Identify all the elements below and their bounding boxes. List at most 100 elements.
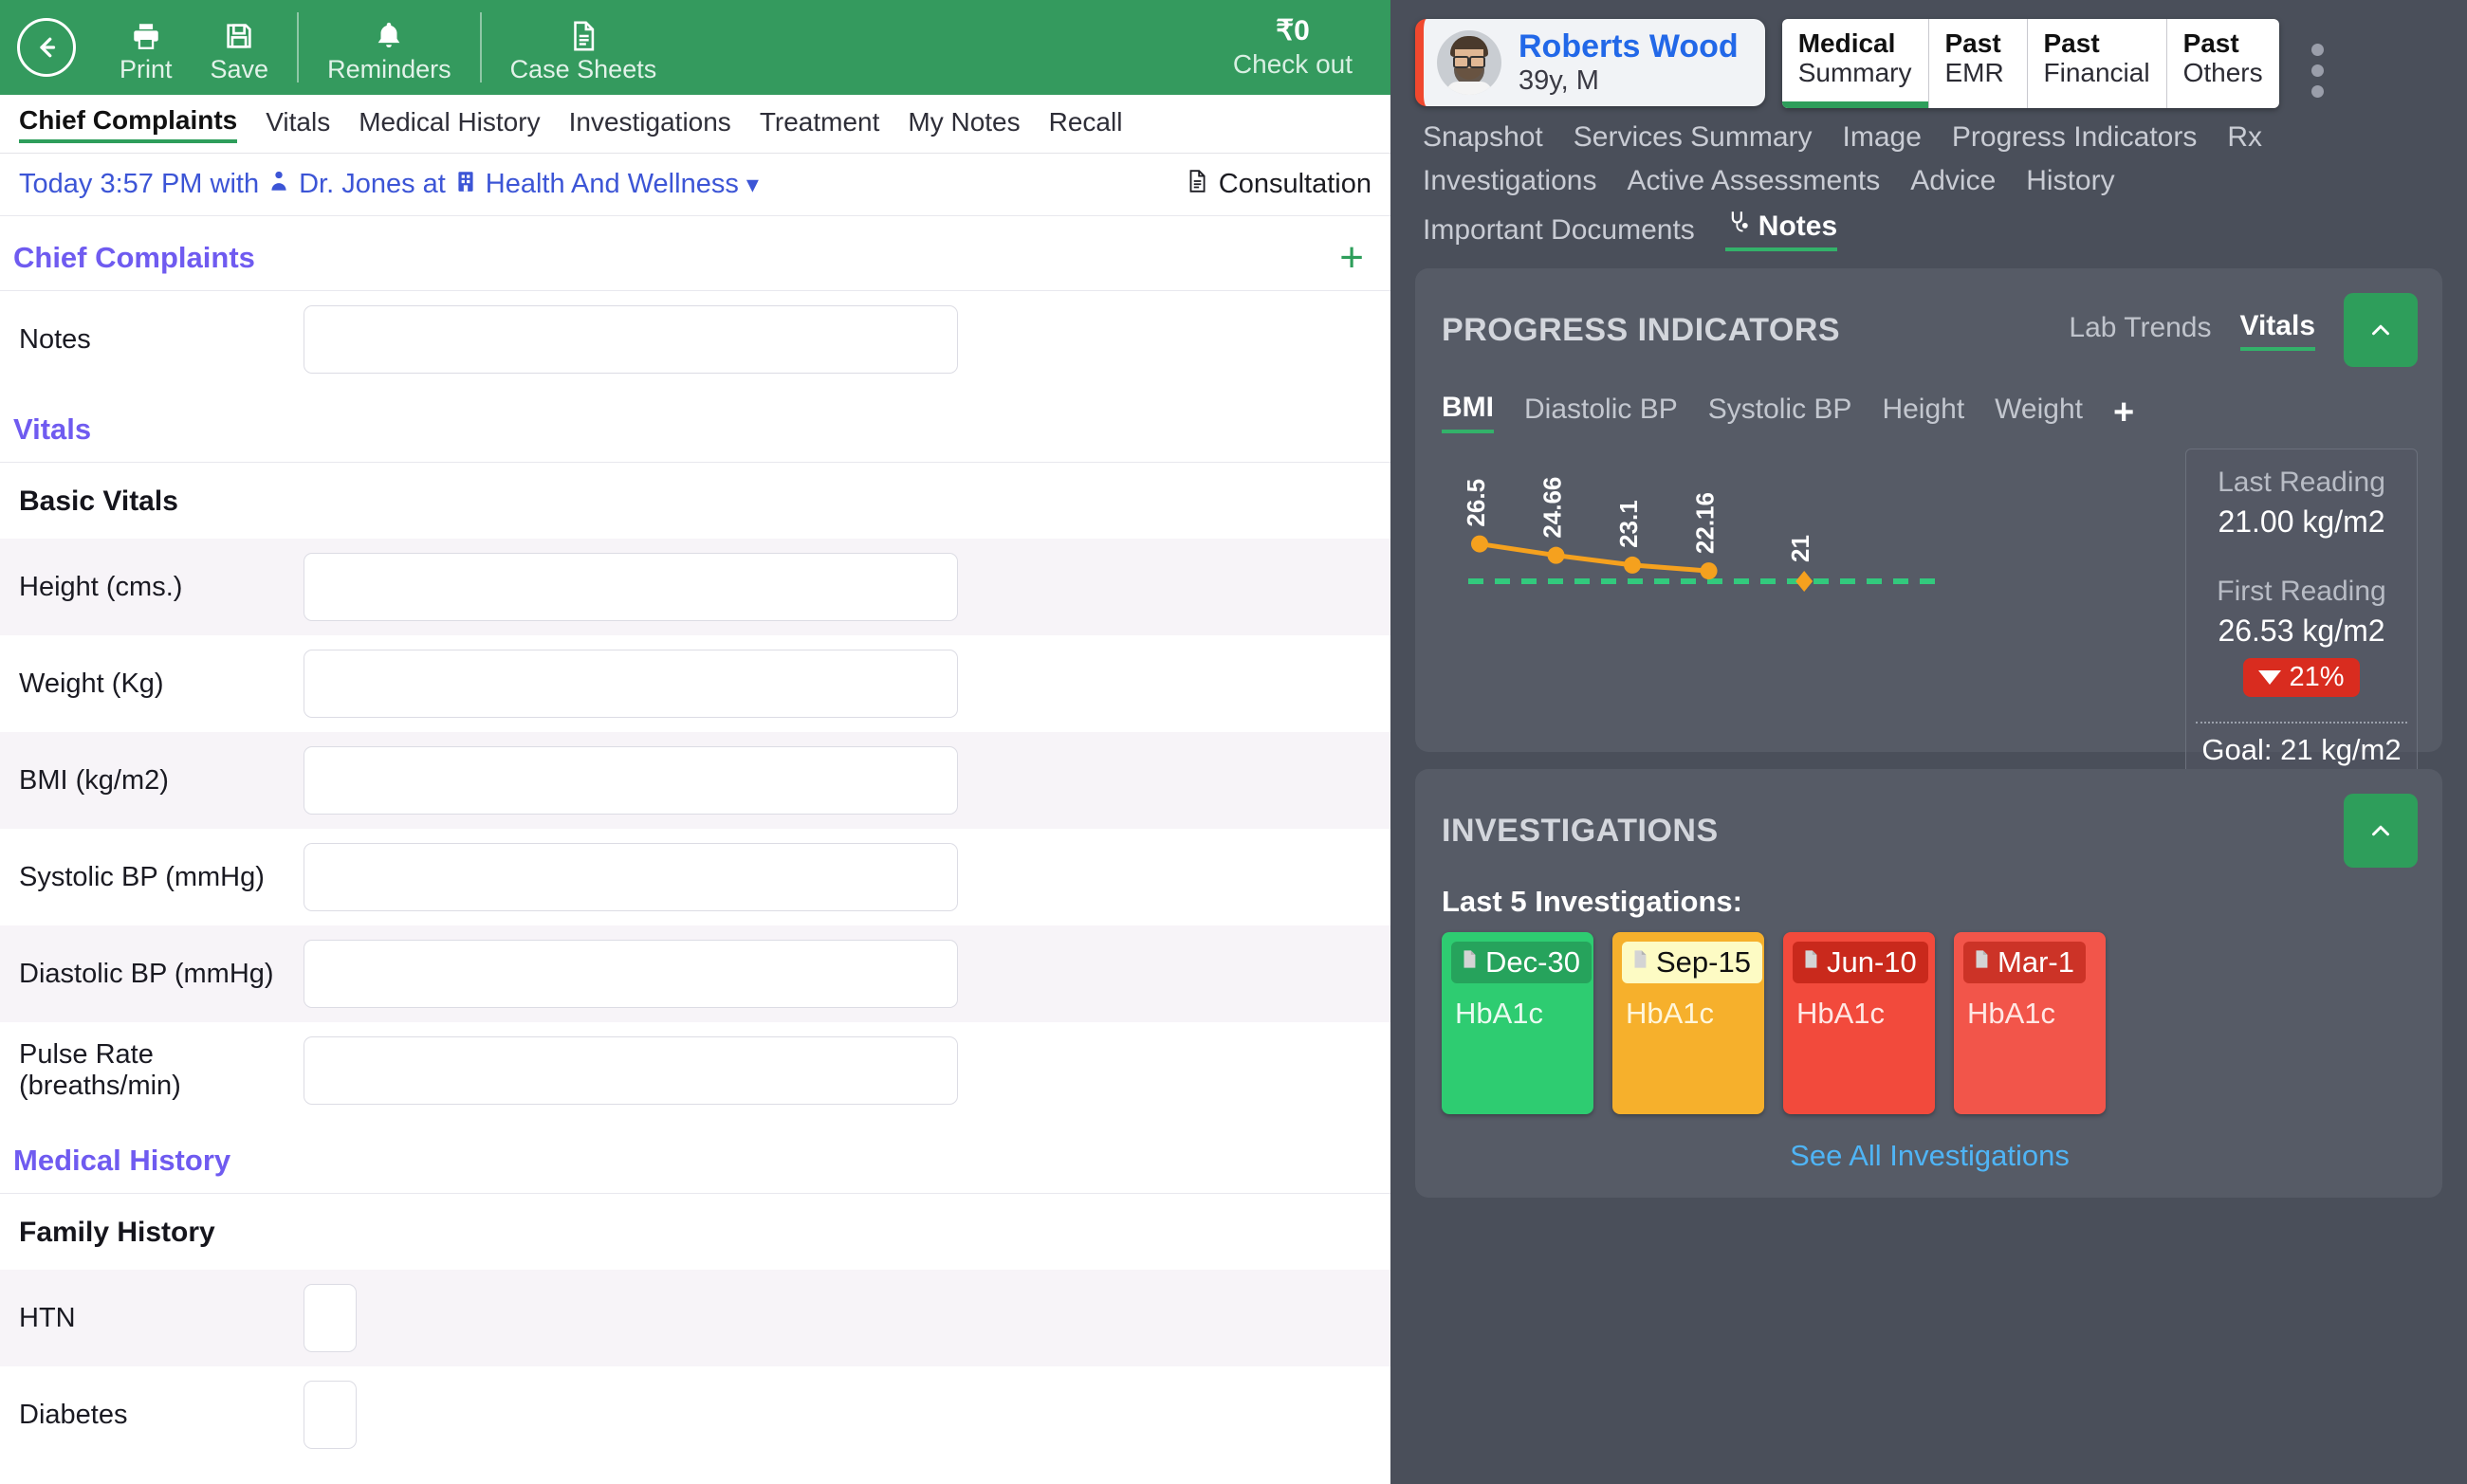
change-percent: 21%: [2289, 662, 2345, 692]
add-chief-complaint-button[interactable]: +: [1339, 236, 1364, 279]
nav-notes[interactable]: Notes: [1724, 209, 1838, 251]
investigation-card[interactable]: Jun-10 HbA1c: [1783, 932, 1935, 1114]
tab-my-notes[interactable]: My Notes: [908, 107, 1020, 141]
investigation-card[interactable]: Mar-1 HbA1c: [1954, 932, 2106, 1114]
reminders-button[interactable]: Reminders: [308, 10, 470, 84]
document-icon: [1629, 945, 1650, 980]
notes-input[interactable]: [304, 305, 958, 374]
field-label: HTN: [19, 1302, 76, 1333]
checkout-button[interactable]: ₹0 Check out: [1233, 0, 1353, 95]
patient-card[interactable]: Roberts Wood 39y, M: [1415, 19, 1765, 106]
investigation-card[interactable]: Dec-30 HbA1c: [1442, 932, 1593, 1114]
nav-important-documents[interactable]: Important Documents: [1423, 214, 1695, 247]
investigation-date: Dec-30: [1485, 945, 1580, 979]
patient-meta: 39y, M: [1519, 64, 1599, 96]
progress-card-title: PROGRESS INDICATORS: [1442, 311, 1841, 348]
investigation-date-chip: Dec-30: [1451, 942, 1592, 983]
app-root: Print Save Reminders Case Sheets ₹0 Chec…: [0, 0, 2467, 1484]
consultation-type[interactable]: Consultation: [1185, 166, 1372, 204]
metric-bmi[interactable]: BMI: [1442, 392, 1494, 433]
field-label: Weight (Kg): [19, 668, 164, 699]
field-row-pulse-rate: Pulse Rate (breaths/min): [0, 1022, 1390, 1119]
tab-chief-complaints[interactable]: Chief Complaints: [19, 105, 238, 143]
mode-line2: Financial: [2043, 58, 2150, 88]
consultation-icon: [1185, 166, 1209, 204]
tab-past-financial[interactable]: Past Financial: [2028, 19, 2167, 108]
case-sheets-button[interactable]: Case Sheets: [491, 10, 676, 84]
systolic-bp-input[interactable]: [304, 843, 958, 911]
tab-recall[interactable]: Recall: [1049, 107, 1123, 141]
field-row-htn: HTN: [0, 1270, 1390, 1366]
mode-line2: Summary: [1797, 58, 1912, 88]
save-label: Save: [210, 55, 269, 84]
mode-line1: Past: [1944, 28, 2001, 58]
chevron-down-icon[interactable]: ▾: [746, 170, 759, 199]
section-header-medical-history: Medical History: [0, 1119, 1390, 1194]
toolbar-divider: [297, 12, 300, 82]
tab-treatment[interactable]: Treatment: [760, 107, 880, 141]
investigation-cards: Dec-30 HbA1c Sep-15 HbA1c Jun-10 HbA1c Mar-1 Hb…: [1442, 932, 2418, 1114]
checkout-amount: ₹0: [1276, 15, 1310, 47]
field-label: Systolic BP (mmHg): [19, 861, 265, 892]
tab-past-emr[interactable]: Past EMR: [1929, 19, 2028, 108]
investigation-date-chip: Jun-10: [1793, 942, 1928, 983]
nav-advice[interactable]: Advice: [1910, 165, 1996, 197]
chevron-up-icon[interactable]: [2344, 794, 2418, 868]
weight-input[interactable]: [304, 650, 958, 718]
tab-medical-history[interactable]: Medical History: [359, 107, 540, 141]
section-title: Vitals: [13, 412, 92, 446]
save-button[interactable]: Save: [192, 10, 288, 84]
appointment-info[interactable]: Today 3:57 PM with Dr. Jones at Health A…: [19, 167, 759, 203]
mode-line1: Past: [2182, 28, 2239, 58]
tab-vitals[interactable]: Vitals: [266, 107, 330, 141]
nav-rx[interactable]: Rx: [2227, 121, 2262, 154]
investigation-date-chip: Mar-1: [1963, 942, 2086, 983]
nav-progress-indicators[interactable]: Progress Indicators: [1952, 121, 2197, 154]
nav-snapshot[interactable]: Snapshot: [1423, 121, 1543, 154]
nav-active-assessments[interactable]: Active Assessments: [1627, 165, 1880, 197]
chevron-up-icon[interactable]: [2344, 293, 2418, 367]
tab-past-others[interactable]: Past Others: [2167, 19, 2279, 108]
nav-image[interactable]: Image: [1843, 121, 1922, 154]
nav-services-summary[interactable]: Services Summary: [1574, 121, 1813, 154]
investigation-test-name: HbA1c: [1455, 997, 1544, 1030]
doctor-icon: [267, 167, 291, 203]
tab-medical-summary[interactable]: Medical Summary: [1781, 19, 1929, 108]
group-label-basic-vitals: Basic Vitals: [19, 486, 178, 517]
metric-weight[interactable]: Weight: [1995, 394, 2083, 431]
diabetes-input[interactable]: [304, 1381, 357, 1449]
segment-lab-trends[interactable]: Lab Trends: [2069, 312, 2211, 349]
segment-vitals[interactable]: Vitals: [2239, 310, 2315, 351]
investigation-test-name: HbA1c: [1967, 997, 2056, 1030]
field-row-weight: Weight (Kg): [0, 635, 1390, 732]
see-all-investigations-link[interactable]: See All Investigations: [1442, 1139, 2418, 1173]
back-arrow-icon[interactable]: [17, 18, 76, 77]
height-input[interactable]: [304, 553, 958, 621]
metric-systolic-bp[interactable]: Systolic BP: [1708, 394, 1852, 431]
summary-nav: Snapshot Services Summary Image Progress…: [1415, 108, 2442, 251]
add-metric-button[interactable]: +: [2113, 394, 2134, 431]
metric-height[interactable]: Height: [1882, 394, 1964, 431]
mode-line1: Past: [2043, 28, 2100, 58]
bmi-input[interactable]: [304, 746, 958, 815]
metric-tabs: BMI Diastolic BP Systolic BP Height Weig…: [1442, 392, 2418, 433]
nav-history[interactable]: History: [2026, 165, 2114, 197]
diastolic-bp-input[interactable]: [304, 940, 958, 1008]
metric-diastolic-bp[interactable]: Diastolic BP: [1524, 394, 1678, 431]
pulse-rate-input[interactable]: [304, 1036, 958, 1105]
investigation-card[interactable]: Sep-15 HbA1c: [1612, 932, 1764, 1114]
at-label: at: [422, 169, 446, 199]
nav-investigations[interactable]: Investigations: [1423, 165, 1596, 197]
section-title: Medical History: [13, 1144, 231, 1177]
print-button[interactable]: Print: [101, 10, 192, 84]
change-badge: 21%: [2243, 658, 2360, 697]
patient-header: Roberts Wood 39y, M Medical Summary Past…: [1415, 19, 2442, 108]
htn-input[interactable]: [304, 1284, 357, 1352]
stethoscope-icon: [1725, 209, 1751, 244]
progress-indicators-card: PROGRESS INDICATORS Lab Trends Vitals BM…: [1415, 268, 2442, 781]
more-options-icon[interactable]: [2296, 19, 2328, 98]
floppy-disk-icon: [223, 10, 255, 52]
printer-icon: [130, 10, 162, 52]
tab-investigations[interactable]: Investigations: [569, 107, 731, 141]
nav-row-3: Important Documents Notes: [1423, 209, 2442, 251]
